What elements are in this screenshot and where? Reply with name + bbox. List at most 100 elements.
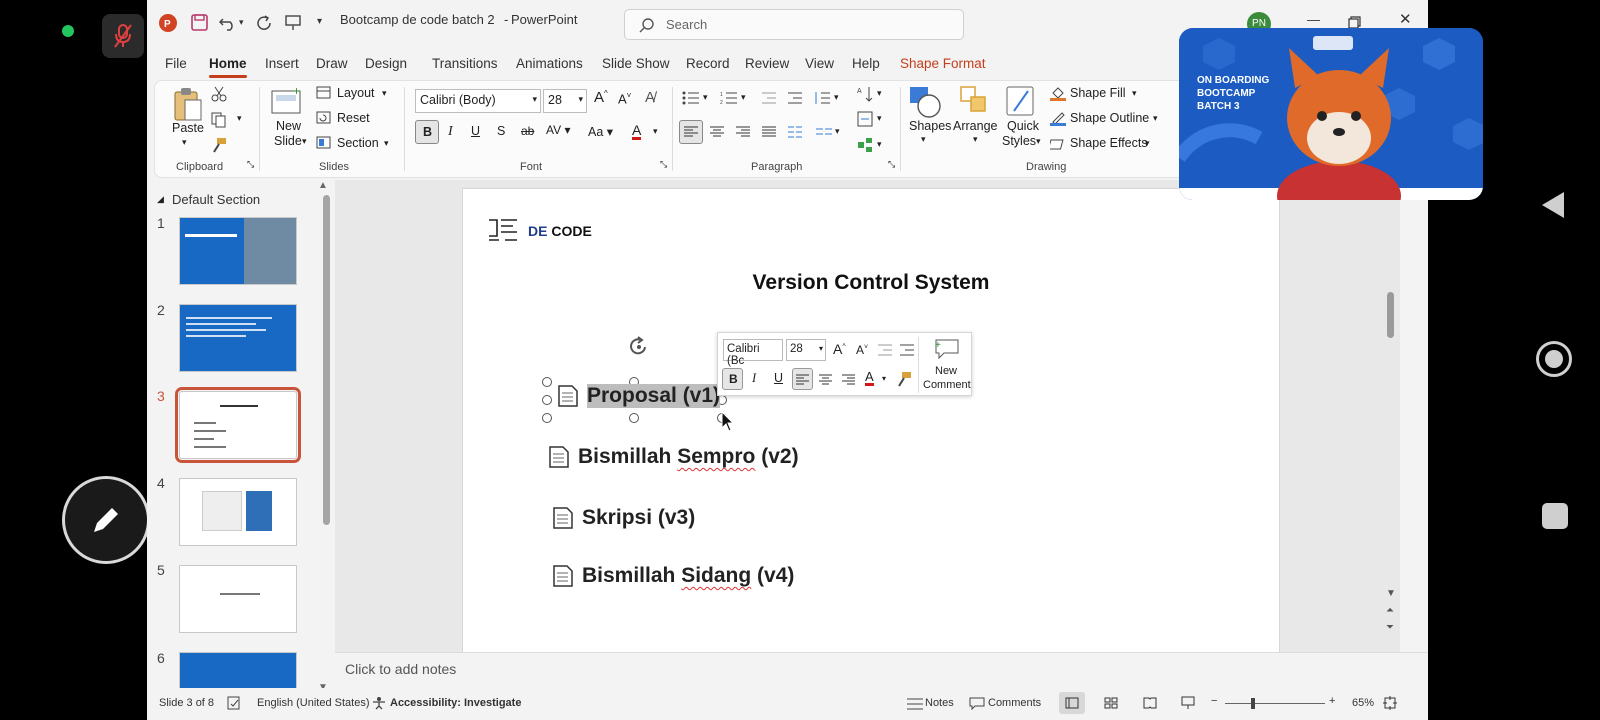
reading-view-icon[interactable] [1143,697,1157,709]
mini-italic-button[interactable]: I [752,371,756,386]
slide-title[interactable]: Version Control System [463,271,1279,295]
mini-font-select[interactable]: Calibri (Bc [723,339,783,367]
slide-canvas[interactable]: DE CODE Version Control System Proposal … [462,188,1280,655]
section-name[interactable]: Default Section [172,192,260,207]
slide-thumbnail-2[interactable] [179,304,297,372]
font-color-button[interactable]: A [632,123,642,140]
reset-icon[interactable] [316,111,331,124]
quick-styles-label-1[interactable]: Quick [1007,119,1039,133]
text-direction-vertical-icon[interactable]: A [857,85,873,103]
layout-icon[interactable] [316,86,331,99]
strikethrough-button[interactable]: ab [521,124,534,138]
character-spacing-button[interactable]: AV ▾ [546,123,570,137]
mini-underline-button[interactable]: U [774,371,783,385]
bullet-item[interactable]: Bismillah Sidang (v4) [552,564,794,588]
new-comment-label-1[interactable]: New [935,365,957,377]
align-center-icon[interactable] [710,126,724,138]
smartart-icon[interactable] [857,137,873,153]
previous-slide-icon[interactable]: ⏶ [1386,605,1394,616]
resize-handle[interactable] [542,395,552,405]
bullet-item[interactable]: Bismillah Sempro (v2) [548,445,799,469]
quick-styles-icon[interactable] [1006,85,1036,119]
shadow-button[interactable]: S [497,124,505,138]
slide-thumbnail-5[interactable] [179,565,297,633]
slide-thumbnail-1[interactable] [179,217,297,285]
language-status[interactable]: English (United States) [257,697,370,709]
font-size-select[interactable]: 28 ▾ [543,89,587,113]
home-nav-button[interactable] [1536,341,1572,377]
bold-button[interactable]: B [415,120,439,144]
clipboard-launcher-icon[interactable]: ⤡ [247,159,254,170]
collapse-section-icon[interactable]: ◢ [157,194,164,205]
spelling-check-icon[interactable] [227,696,241,710]
copy-icon[interactable] [211,112,227,128]
tab-file[interactable]: File [165,56,187,71]
present-icon[interactable] [284,14,302,32]
zoom-level[interactable]: 65% [1352,697,1374,709]
tab-transitions[interactable]: Transitions [432,56,498,71]
font-launcher-icon[interactable]: ⤡ [660,159,667,170]
paste-label[interactable]: Paste [172,121,204,135]
canvas-scrollbar-thumb[interactable] [1387,292,1394,338]
thumbs-scrollbar[interactable] [323,195,330,525]
align-text-icon[interactable] [857,111,873,127]
back-nav-icon[interactable] [1540,190,1566,220]
save-icon[interactable] [191,14,208,31]
zoom-out-button[interactable]: − [1211,695,1217,707]
increase-indent-icon[interactable] [787,91,803,105]
columns-icon[interactable] [787,125,803,139]
layout-button[interactable]: Layout [337,86,375,100]
slide-thumbnail-3[interactable] [175,387,301,463]
next-slide-icon[interactable]: ⏷ [1386,622,1394,633]
shape-fill-icon[interactable] [1050,85,1066,101]
tab-review[interactable]: Review [745,56,789,71]
mini-bold-button[interactable]: B [722,368,743,390]
shape-effects-icon[interactable] [1050,136,1066,152]
tab-draw[interactable]: Draw [316,56,348,71]
slide-show-icon[interactable] [1181,696,1195,710]
resize-handle[interactable] [629,413,639,423]
tab-animations[interactable]: Animations [516,56,583,71]
tab-record[interactable]: Record [686,56,730,71]
search-box[interactable]: Search [624,9,964,40]
tab-home[interactable]: Home [209,56,247,78]
rotate-handle-icon[interactable] [627,335,651,359]
new-comment-label-2[interactable]: Comment [923,379,971,391]
fit-to-window-icon[interactable] [1383,696,1397,710]
recents-nav-button[interactable] [1542,503,1568,529]
tab-insert[interactable]: Insert [265,56,299,71]
mini-align-center-icon[interactable] [819,374,832,385]
zoom-in-button[interactable]: + [1329,695,1335,707]
comments-toggle[interactable]: Comments [988,697,1041,709]
scroll-down-icon[interactable]: ▼ [1386,588,1396,599]
bullet-item[interactable]: Proposal (v1) [557,384,721,408]
close-button[interactable]: ✕ [1399,10,1412,28]
resize-handle[interactable] [542,413,552,423]
underline-button[interactable]: U [471,124,480,138]
new-slide-label-1[interactable]: New [276,119,301,133]
notes-toggle[interactable]: Notes [925,697,954,709]
clear-formatting-icon[interactable]: A̸ [645,89,655,106]
paste-icon[interactable] [171,86,205,122]
section-button[interactable]: Section [337,136,379,150]
notes-pane[interactable]: Click to add notes [335,652,1428,688]
format-painter-icon[interactable] [211,137,227,153]
slide-thumbnail-4[interactable] [179,478,297,546]
slide-editor-area[interactable]: DE CODE Version Control System Proposal … [335,180,1400,655]
bullet-item[interactable]: Skripsi (v3) [552,506,695,530]
undo-dropdown-icon[interactable]: ▾ [239,17,244,28]
italic-button[interactable]: I [448,124,453,140]
tab-help[interactable]: Help [852,56,880,71]
tab-slide-show[interactable]: Slide Show [602,56,670,71]
mini-align-right-icon[interactable] [842,374,855,385]
text-direction-icon[interactable] [815,125,833,139]
cut-icon[interactable] [211,86,227,102]
shape-outline-icon[interactable] [1050,110,1066,126]
mute-mic-button[interactable] [102,14,144,58]
annotate-pen-button[interactable] [62,476,150,564]
new-comment-icon[interactable]: + [934,338,960,360]
justify-icon[interactable] [762,126,776,138]
line-spacing-icon[interactable] [813,91,831,105]
align-right-icon[interactable] [736,126,750,138]
new-slide-label-2[interactable]: Slide [274,134,302,148]
